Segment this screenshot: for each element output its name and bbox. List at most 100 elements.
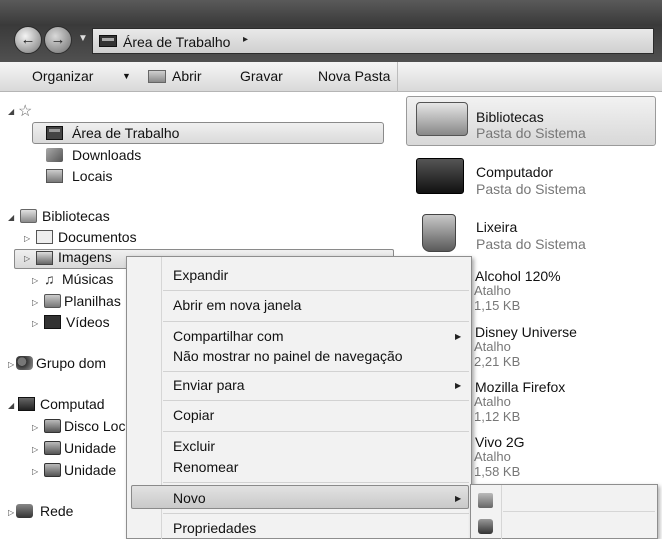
menu-item-expand[interactable]: Expandir	[173, 267, 228, 283]
collapse-libraries-icon[interactable]: ◢	[8, 213, 14, 222]
menu-item-rename[interactable]: Renomear	[173, 459, 238, 475]
new-folder-button[interactable]: Nova Pasta	[318, 68, 390, 84]
expand-images-icon[interactable]: ▷	[24, 254, 30, 263]
address-field[interactable]: Área de Trabalho ▸	[92, 28, 654, 54]
item-type: Pasta do Sistema	[476, 181, 586, 197]
star-icon[interactable]: ☆	[18, 101, 32, 121]
expand-documents-icon[interactable]: ▷	[24, 234, 30, 243]
command-bar: Organizar ▼ Abrir Gravar Nova Pasta	[0, 62, 662, 92]
submenu-arrow-icon: ▶	[455, 381, 462, 390]
menu-item-send-to[interactable]: Enviar para	[173, 377, 245, 393]
expand-spreadsheets-icon[interactable]: ▷	[32, 298, 38, 307]
expand-music-icon[interactable]: ▷	[32, 276, 38, 285]
nav-item-drive-2[interactable]: Unidade	[64, 462, 116, 478]
address-bar: ← → ▼ Área de Trabalho ▸	[0, 0, 662, 62]
expand-network-icon[interactable]: ▷	[8, 508, 14, 517]
forward-arrow-icon: →	[50, 31, 66, 48]
menu-item-copy[interactable]: Copiar	[173, 407, 214, 423]
item-size: 1,12 KB	[474, 409, 521, 424]
item-type: Atalho	[474, 283, 511, 298]
downloads-icon	[46, 148, 63, 162]
nav-item-downloads[interactable]: Downloads	[72, 147, 141, 163]
item-size: 1,15 KB	[474, 298, 521, 313]
item-name[interactable]: Bibliotecas	[476, 109, 544, 125]
recent-pages-dropdown-icon[interactable]: ▼	[78, 33, 88, 44]
nav-item-documents[interactable]: Documentos	[58, 229, 137, 245]
desktop-icon	[99, 35, 117, 47]
menu-separator	[163, 371, 469, 372]
recycle-bin-icon[interactable]	[422, 214, 456, 252]
documents-icon	[36, 230, 53, 244]
item-type: Atalho	[474, 339, 511, 354]
spreadsheets-icon	[44, 294, 61, 308]
images-icon	[36, 251, 53, 265]
menu-item-open-new-window[interactable]: Abrir em nova janela	[173, 297, 301, 313]
folder-icon[interactable]	[478, 493, 493, 508]
item-name[interactable]: Lixeira	[476, 219, 517, 235]
menu-separator	[503, 511, 655, 512]
item-type: Atalho	[474, 449, 511, 464]
collapse-favorites-icon[interactable]: ◢	[8, 107, 14, 116]
pane-divider	[397, 62, 398, 92]
libraries-folder-icon[interactable]	[416, 102, 468, 136]
collapse-computer-icon[interactable]: ◢	[8, 401, 14, 410]
computer-icon[interactable]	[416, 158, 464, 194]
expand-videos-icon[interactable]: ▷	[32, 319, 38, 328]
menu-separator	[163, 400, 469, 401]
organize-button[interactable]: Organizar	[32, 68, 93, 84]
item-type: Pasta do Sistema	[476, 236, 586, 252]
open-folder-icon[interactable]	[148, 70, 166, 83]
nav-item-videos[interactable]: Vídeos	[66, 314, 110, 330]
menu-separator	[163, 290, 469, 291]
menu-item-delete[interactable]: Excluir	[173, 438, 215, 454]
nav-item-drive-1[interactable]: Unidade	[64, 440, 116, 456]
expand-drive-1-icon[interactable]: ▷	[32, 445, 38, 454]
briefcase-icon[interactable]	[478, 519, 493, 534]
nav-item-libraries[interactable]: Bibliotecas	[42, 208, 110, 224]
expand-drive-2-icon[interactable]: ▷	[32, 467, 38, 476]
expand-homegroup-icon[interactable]: ▷	[8, 360, 14, 369]
menu-separator	[163, 431, 469, 432]
open-button[interactable]: Abrir	[172, 68, 202, 84]
organize-dropdown-icon[interactable]: ▼	[122, 71, 131, 81]
libraries-icon	[20, 209, 37, 223]
menu-item-properties[interactable]: Propriedades	[173, 520, 256, 536]
nav-item-homegroup[interactable]: Grupo dom	[36, 355, 106, 371]
item-name[interactable]: Disney Universe	[475, 324, 577, 340]
nav-item-desktop[interactable]: Área de Trabalho	[72, 125, 179, 141]
submenu-arrow-icon: ▶	[455, 494, 462, 503]
nav-item-local-disk[interactable]: Disco Loc	[64, 418, 125, 434]
item-type: Pasta do Sistema	[476, 125, 586, 141]
menu-separator	[163, 513, 469, 514]
back-arrow-icon: ←	[20, 31, 36, 48]
expand-local-disk-icon[interactable]: ▷	[32, 423, 38, 432]
item-name[interactable]: Computador	[476, 164, 553, 180]
network-icon	[16, 504, 33, 518]
back-button[interactable]: ←	[14, 26, 42, 54]
nav-item-music[interactable]: Músicas	[62, 271, 113, 287]
menu-item-new[interactable]: Novo	[173, 490, 206, 506]
forward-button[interactable]: →	[44, 26, 72, 54]
menu-item-hide-in-nav[interactable]: Não mostrar no painel de navegação	[173, 348, 403, 364]
nav-item-images[interactable]: Imagens	[58, 249, 112, 265]
homegroup-icon	[16, 356, 33, 370]
disk-icon	[44, 419, 61, 433]
nav-item-network[interactable]: Rede	[40, 503, 73, 519]
item-name[interactable]: Mozilla Firefox	[475, 379, 565, 395]
nav-item-places[interactable]: Locais	[72, 168, 112, 184]
nav-item-computer[interactable]: Computad	[40, 396, 105, 412]
address-path[interactable]: Área de Trabalho	[123, 34, 230, 50]
item-name[interactable]: Alcohol 120%	[475, 268, 561, 284]
drive-icon	[44, 441, 61, 455]
submenu-arrow-icon: ▶	[455, 332, 462, 341]
nav-item-spreadsheets[interactable]: Planilhas	[64, 293, 121, 309]
menu-item-share-with[interactable]: Compartilhar com	[173, 328, 283, 344]
item-type: Atalho	[474, 394, 511, 409]
burn-button[interactable]: Gravar	[240, 68, 283, 84]
desktop-icon	[46, 126, 63, 140]
menu-separator	[163, 321, 469, 322]
breadcrumb-arrow-icon[interactable]: ▸	[243, 34, 248, 45]
context-menu: Expandir Abrir em nova janela Compartilh…	[126, 256, 472, 539]
item-size: 1,58 KB	[474, 464, 521, 479]
item-name[interactable]: Vivo 2G	[475, 434, 525, 450]
